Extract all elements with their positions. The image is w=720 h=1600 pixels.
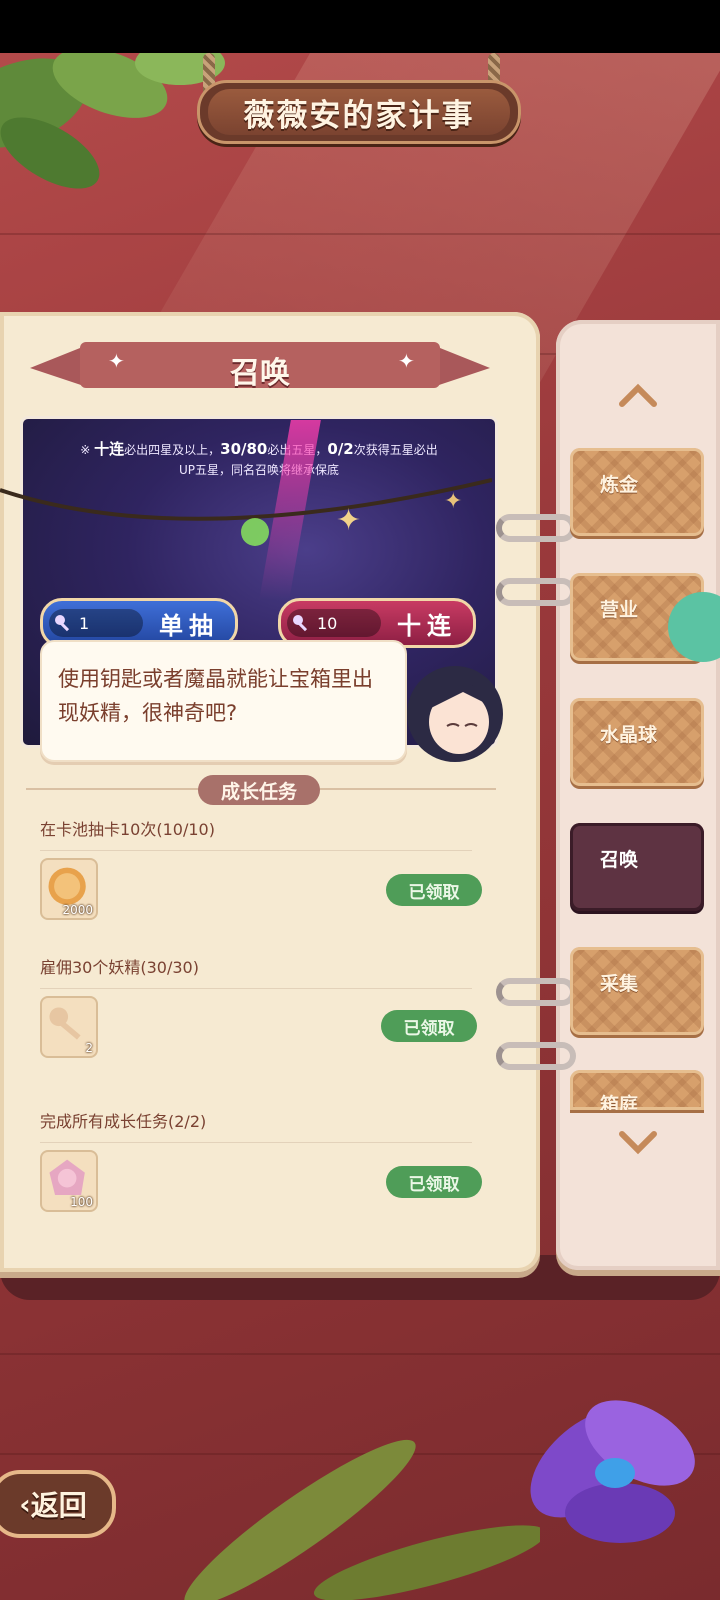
key-icon	[55, 615, 70, 632]
reward-item[interactable]: 100	[40, 1150, 98, 1212]
single-pull-label: 单抽	[159, 611, 219, 640]
dialogue-text: 使用钥匙或者魔晶就能让宝箱里出现妖精，很神奇吧?	[58, 667, 373, 725]
task-divider	[40, 850, 472, 851]
task-divider	[40, 1142, 472, 1143]
reward-count: 100	[70, 1195, 93, 1209]
task-title: 雇佣30个妖精(30/30)	[40, 958, 199, 977]
task-divider	[40, 988, 472, 989]
reward-item[interactable]: 2000	[40, 858, 98, 920]
tab-crystal-ball[interactable]: 水晶球	[570, 698, 704, 786]
scroll-down-icon[interactable]	[618, 1130, 658, 1156]
binder-ring	[496, 578, 576, 606]
vine-decoration: ✦ ✦	[0, 478, 492, 546]
tab-alchemy[interactable]: 炼金	[570, 448, 704, 536]
page-title: 薇薇安的家计事	[243, 97, 475, 134]
growth-tasks-header: 成长任务	[198, 775, 320, 805]
tab-garden[interactable]: 箱庭	[570, 1070, 704, 1110]
character-avatar	[407, 666, 503, 762]
key-count-pill: 10	[287, 609, 381, 637]
claimed-button[interactable]: 已领取	[386, 874, 482, 906]
reward-item[interactable]: 2	[40, 996, 98, 1058]
back-arrow-icon: ‹	[19, 1487, 31, 1521]
title-sign: 薇薇安的家计事	[197, 80, 521, 144]
back-button[interactable]: ‹ 返回	[0, 1470, 116, 1538]
back-label: 返回	[30, 1489, 87, 1522]
section-title: 召唤	[230, 356, 290, 391]
claimed-button[interactable]: 已领取	[381, 1010, 477, 1042]
svg-text:✦: ✦	[444, 489, 462, 514]
stem-leaves-decoration	[184, 1439, 540, 1600]
binder-ring	[496, 514, 576, 542]
binder-ring	[496, 978, 576, 1006]
task-title: 在卡池抽卡10次(10/10)	[40, 820, 215, 839]
reward-count: 2	[85, 1041, 93, 1055]
single-pull-count: 1	[79, 613, 90, 633]
tab-gather[interactable]: 采集	[570, 947, 704, 1035]
claimed-button[interactable]: 已领取	[386, 1166, 482, 1198]
ten-pull-label: 十连	[397, 611, 457, 640]
scroll-up-icon[interactable]	[618, 382, 658, 408]
key-count-pill: 1	[49, 609, 143, 637]
speech-bubble[interactable]: 使用钥匙或者魔晶就能让宝箱里出现妖精，很神奇吧?	[40, 640, 407, 762]
tab-summon[interactable]: 召唤	[570, 823, 704, 911]
binder-ring	[496, 1042, 576, 1070]
key-icon	[293, 615, 308, 632]
reward-count: 2000	[62, 903, 93, 917]
svg-text:✦: ✦	[336, 503, 361, 538]
ten-pull-count: 10	[317, 613, 338, 633]
task-title: 完成所有成长任务(2/2)	[40, 1112, 207, 1131]
wood-plank	[0, 233, 720, 235]
